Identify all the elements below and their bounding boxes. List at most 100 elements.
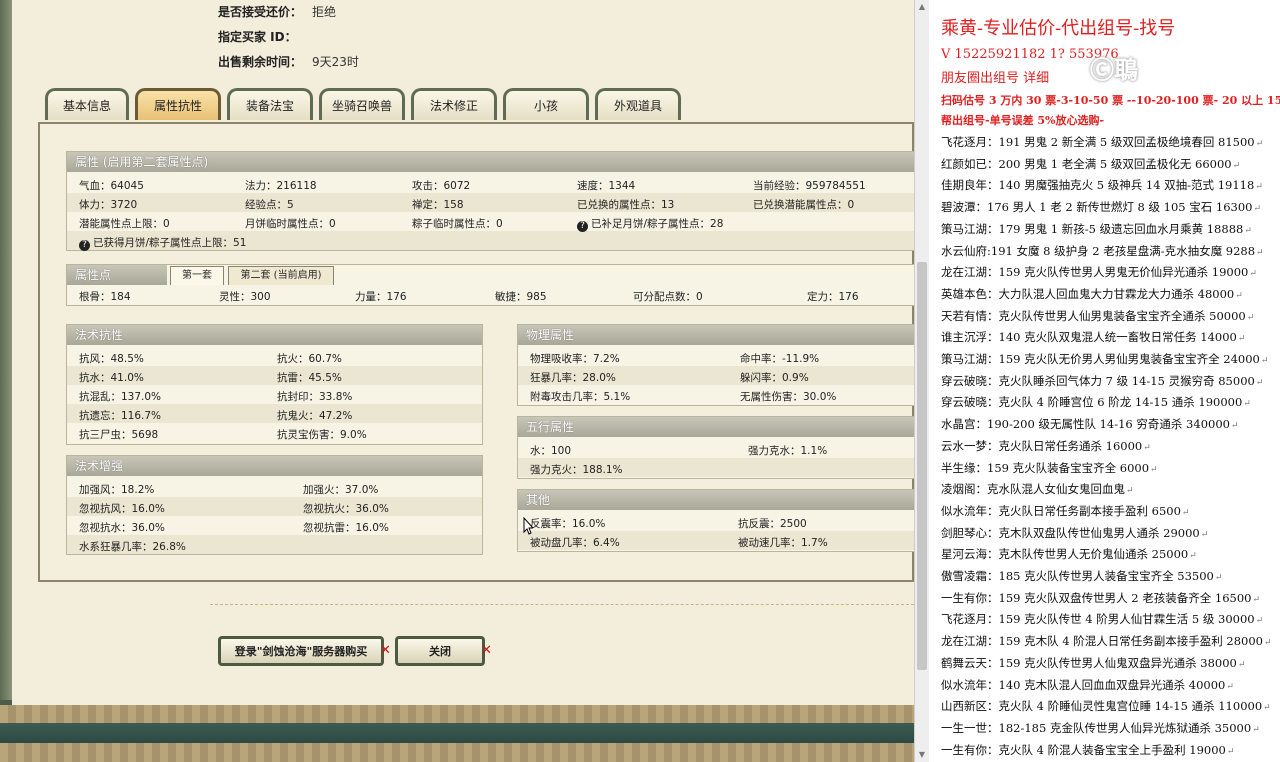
return-mark-icon: ↵ — [1263, 703, 1271, 714]
stat-exchanged-potential: 已兑换潜能属性点：0 — [753, 199, 855, 211]
divider — [210, 604, 914, 605]
resist-lingbao: 抗灵宝伤害：9.0% — [277, 429, 367, 441]
notes-entry: 剑胆琴心：克木队双盘队传世仙鬼男人通杀 29000↵ — [941, 525, 1208, 541]
section-title: 法术增强 — [67, 456, 482, 476]
tab-basic-info[interactable]: 基本信息 — [45, 88, 129, 120]
water-crit: 水系狂暴几率：26.8% — [79, 541, 186, 553]
login-buy-button[interactable]: 登录"剑蚀沧海"服务器购买 — [218, 636, 384, 666]
info-label: 是否接受还价： — [218, 5, 303, 19]
stat-zongzi-temp: 粽子临时属性点：0 — [412, 218, 503, 230]
help-icon[interactable]: ? — [79, 240, 90, 251]
notes-entry-text: 半生缘：159 克火队装备宝宝齐全 6000 — [941, 460, 1150, 475]
notes-entry-text: 策马江湖：159 克火队无价男人男仙男鬼装备宝宝齐全 24000 — [941, 352, 1260, 366]
notes-entry-text: 龙在江湖：159 克木队 4 阶混人日常任务副本接手盈利 28000 — [941, 634, 1263, 649]
tab-attributes[interactable]: 属性抗性 — [135, 88, 221, 120]
return-mark-icon: ↵ — [1232, 160, 1241, 171]
return-mark-icon: ↵ — [1255, 377, 1264, 388]
info-label: 指定买家 ID： — [218, 30, 297, 44]
tab-spell-correction[interactable]: 法术修正 — [411, 88, 497, 120]
scroll-down-icon[interactable]: ▼ — [917, 750, 927, 760]
return-mark-icon: ↵ — [1255, 182, 1263, 193]
tab-child[interactable]: 小孩 — [503, 88, 589, 120]
notes-entry-text: 一生有你：克火队 4 阶混人装备宝宝全上手盈利 19000 — [941, 742, 1226, 757]
close-button[interactable]: 关闭 — [395, 636, 485, 666]
notes-entry: 云水一梦：克火队日常任务通杀 16000↵ — [941, 438, 1151, 454]
notes-entry: 山西新区：克火队 4 阶睡仙灵性鬼宫位睡 14-15 通杀 110000↵ — [941, 698, 1271, 714]
notes-entry: 红颜如已：200 男鬼 1 老全满 5 级双回孟极化无 66000↵ — [941, 156, 1240, 172]
notes-entry-text: 剑胆琴心：克木队双盘队传世仙鬼男人通杀 29000 — [941, 525, 1200, 540]
scrollbar-thumb[interactable] — [917, 262, 927, 670]
notes-entry: 水云仙府:191 女魔 8 级护身 2 老孩星盘满-克水抽女魔 9288↵ — [941, 243, 1264, 259]
resist-ghostfire: 抗鬼火：47.2% — [277, 410, 353, 422]
resist-fire: 抗火：60.7% — [277, 353, 342, 365]
ignore-fire: 忽视抗火：36.0% — [303, 503, 389, 515]
info-time-left: 出售剩余时间： 9天23时 — [218, 53, 359, 70]
elements-section: 五行属性 水：100 强力克水：1.1% 强力克火：188.1% — [517, 416, 914, 479]
magic-boost-section: 法术增强 加强风：18.2% 加强火：37.0% 忽视抗风：16.0% 忽视抗火… — [66, 455, 483, 555]
notes-entry: 谁主沉浮：140 克火队双鬼混人统一畜牧日常任务 14000↵ — [941, 329, 1245, 345]
tab-equipment[interactable]: 装备法宝 — [227, 88, 313, 120]
boost-wind: 加强风：18.2% — [79, 484, 155, 496]
close-icon[interactable]: ✕ — [380, 643, 391, 658]
notes-entry: 一生有你：159 克火队双盘传世男人 2 老孩装备齐全 16500↵ — [941, 590, 1260, 606]
notes-entry-text: 飞花逐月：159 克火队传世 4 阶男人仙甘霖生活 5 级 30000 — [941, 612, 1255, 627]
notes-promo: 帮出组号-单号误差 5%放心选购- — [941, 114, 1105, 127]
notes-promo: 扫码估号 3 万内 30 票-3-10-50 票 --10-20-100 票- … — [941, 94, 1280, 107]
stat-mooncake-temp: 月饼临时属性点：0 — [245, 218, 336, 230]
notes-entry: 龙在江湖：159 克木队 4 阶混人日常任务副本接手盈利 28000↵ — [941, 633, 1272, 649]
stat-attack: 攻击：6072 — [412, 180, 471, 192]
notes-entry: 策马江湖：179 男鬼 1 新孩-5 级遗忘回血水月乘黄 18888↵ — [941, 221, 1252, 237]
stat-hp: 气血：64045 — [79, 180, 144, 192]
notes-entry: 傲雪凌霜：185 克火队传世男人装备宝宝齐全 53500↵ — [941, 568, 1222, 584]
return-mark-icon: ↵ — [1200, 529, 1209, 540]
point-assignable: 可分配点数：0 — [633, 291, 703, 303]
return-mark-icon: ↵ — [1226, 746, 1235, 757]
help-icon[interactable]: ? — [577, 221, 588, 232]
tab-mount-summon[interactable]: 坐骑召唤兽 — [319, 88, 405, 120]
notes-entry-text: 一生有你：159 克火队双盘传世男人 2 老孩装备齐全 16500 — [941, 590, 1252, 605]
stat-stamina: 体力：3720 — [79, 199, 138, 211]
notes-entry: 一生一世：182-185 克金队传世男人仙异光炼狱通杀 35000↵ — [941, 720, 1260, 736]
return-mark-icon: ↵ — [1237, 659, 1246, 670]
other-passive-pan: 被动盘几率：6.4% — [530, 537, 620, 549]
physical-section: 物理属性 物理吸收率：7.2% 命中率：-11.9% 狂暴几率：28.0% 躲闪… — [517, 324, 914, 406]
notes-entry-text: 穿云破晓：克火队睡杀回气体力 7 级 14-15 灵猴穷奇 85000 — [941, 373, 1255, 388]
notes-entry-text: 水云仙府:191 女魔 8 级护身 2 老孩星盘满-克水抽女魔 9288 — [941, 243, 1256, 258]
stat-exchanged-points: 已兑换的属性点：13 — [577, 199, 675, 211]
other-passive-speed: 被动速几率：1.7% — [738, 537, 828, 549]
info-value: 9天23时 — [312, 55, 359, 69]
section-title: 属性点 — [67, 265, 167, 285]
notes-entry-text: 似水流年：140 克木队混人回血血双盘异光通杀 40000 — [941, 677, 1226, 692]
return-mark-icon: ↵ — [1150, 464, 1158, 475]
notes-entry-text: 云水一梦：克火队日常任务通杀 16000 — [941, 438, 1143, 453]
notes-entry-text: 策马江湖：179 男鬼 1 新孩-5 级遗忘回血水月乘黄 18888 — [941, 221, 1244, 236]
boost-fire: 加强火：37.0% — [303, 484, 379, 496]
stat-potential-cap: 潜能属性点上限：0 — [79, 218, 170, 230]
notes-entry-text: 飞花逐月：191 男鬼 2 新全满 5 级双回孟极绝境春回 81500 — [941, 135, 1255, 149]
return-mark-icon: ↵ — [1214, 573, 1223, 583]
window-frame-left — [0, 0, 12, 700]
magic-resist-section: 法术抗性 抗风：48.5% 抗火：60.7% 抗水：41.0% 抗雷：45.5%… — [66, 324, 483, 445]
notes-entry-text: 红颜如已：200 男鬼 1 老全满 5 级双回孟极化无 66000 — [941, 156, 1232, 171]
return-mark-icon: ↵ — [1249, 269, 1257, 280]
info-label: 出售剩余时间： — [218, 55, 303, 69]
return-mark-icon: ↵ — [1252, 724, 1260, 735]
return-mark-icon: ↵ — [1246, 312, 1255, 323]
phys-absorb: 物理吸收率：7.2% — [530, 353, 620, 365]
resist-seal: 抗封印：33.8% — [277, 391, 353, 403]
tab-point-set-2[interactable]: 第二套 (当前启用) — [228, 266, 334, 285]
scroll-up-icon[interactable]: ▲ — [917, 2, 927, 12]
close-icon[interactable]: ✕ — [481, 643, 492, 658]
tab-appearance[interactable]: 外观道具 — [595, 88, 681, 120]
notes-entry: 飞花逐月：191 男鬼 2 新全满 5 级双回孟极绝境春回 81500↵ — [941, 134, 1263, 150]
return-mark-icon: ↵ — [1244, 225, 1252, 236]
phys-poison: 附毒攻击几率：5.1% — [530, 391, 631, 403]
window-frame-bottom — [0, 705, 914, 762]
return-mark-icon: ↵ — [1252, 594, 1261, 605]
scrollbar[interactable]: ▲ ▼ — [914, 0, 930, 762]
tab-point-set-1[interactable]: 第一套 — [170, 266, 224, 285]
point-endurance: 定力：176 — [807, 291, 859, 303]
resist-forget: 抗遗忘：116.7% — [79, 410, 162, 422]
notes-entry-text: 碧波潭：176 男人 1 老 2 新传世燃灯 8 级 105 宝石 16300 — [941, 200, 1253, 215]
other-counter: 反震率：16.0% — [530, 518, 606, 530]
